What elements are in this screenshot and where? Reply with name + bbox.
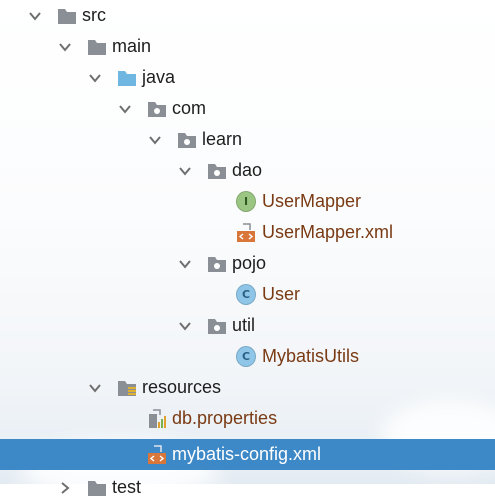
tree-item-util[interactable]: util — [0, 310, 495, 341]
project-tree: src main java com learn dao I UserMapper… — [0, 0, 495, 497]
package-icon — [207, 161, 227, 181]
tree-item-dao[interactable]: dao — [0, 155, 495, 186]
tree-item-db-properties[interactable]: db.properties — [0, 403, 495, 434]
class-badge: C — [236, 284, 256, 305]
tree-item-user[interactable]: C User — [0, 279, 495, 310]
tree-item-resources[interactable]: resources — [0, 372, 495, 403]
chevron-down-icon[interactable] — [88, 381, 102, 395]
properties-file-icon — [147, 408, 167, 429]
tree-item-main[interactable]: main — [0, 31, 495, 62]
tree-item-label: mybatis-config.xml — [172, 444, 322, 464]
folder-icon — [87, 478, 107, 498]
tree-item-label: MybatisUtils — [262, 346, 360, 366]
tree-item-label: resources — [142, 377, 222, 397]
chevron-down-icon[interactable] — [58, 40, 72, 54]
tree-item-label: User — [262, 284, 301, 304]
interface-icon: I — [236, 191, 256, 212]
chevron-down-icon[interactable] — [28, 9, 42, 23]
xml-file-icon — [147, 444, 167, 465]
class-badge: C — [236, 346, 256, 367]
tree-item-label: learn — [202, 129, 243, 149]
chevron-down-icon[interactable] — [178, 257, 192, 271]
chevron-down-icon[interactable] — [178, 164, 192, 178]
tree-item-label: java — [142, 67, 176, 87]
tree-item-src[interactable]: src — [0, 0, 495, 31]
tree-item-label: db.properties — [172, 408, 278, 428]
tree-item-label: test — [112, 477, 142, 497]
tree-item-label: src — [82, 5, 106, 25]
package-icon — [177, 130, 197, 150]
tree-item-label: dao — [232, 160, 263, 180]
source-folder-icon — [117, 68, 137, 88]
interface-badge: I — [236, 191, 256, 212]
tree-item-usermapper[interactable]: I UserMapper — [0, 186, 495, 217]
xml-file-icon — [236, 222, 256, 243]
tree-item-label: com — [172, 98, 207, 118]
package-icon — [207, 316, 227, 336]
package-icon — [147, 99, 167, 119]
class-icon: C — [236, 284, 256, 305]
chevron-down-icon[interactable] — [118, 102, 132, 116]
tree-item-label: UserMapper.xml — [262, 222, 394, 242]
tree-item-label: UserMapper — [262, 191, 362, 211]
chevron-down-icon[interactable] — [88, 71, 102, 85]
tree-item-com[interactable]: com — [0, 93, 495, 124]
resources-folder-icon — [117, 378, 137, 398]
class-icon: C — [236, 346, 256, 367]
tree-item-label: main — [112, 36, 152, 56]
folder-icon — [87, 37, 107, 57]
tree-item-java[interactable]: java — [0, 62, 495, 93]
chevron-down-icon[interactable] — [178, 319, 192, 333]
tree-item-label: util — [232, 315, 256, 335]
package-icon — [207, 254, 227, 274]
tree-item-mybatisutils[interactable]: C MybatisUtils — [0, 341, 495, 372]
chevron-right-icon[interactable] — [58, 481, 72, 495]
chevron-down-icon[interactable] — [148, 133, 162, 147]
tree-item-learn[interactable]: learn — [0, 124, 495, 155]
tree-item-label: pojo — [232, 253, 267, 273]
tree-item-mybatis-config-xml[interactable]: mybatis-config.xml — [0, 439, 495, 470]
tree-item-pojo[interactable]: pojo — [0, 248, 495, 279]
tree-item-usermapper-xml[interactable]: UserMapper.xml — [0, 217, 495, 248]
folder-icon — [57, 6, 77, 26]
tree-item-test[interactable]: test — [0, 472, 495, 503]
